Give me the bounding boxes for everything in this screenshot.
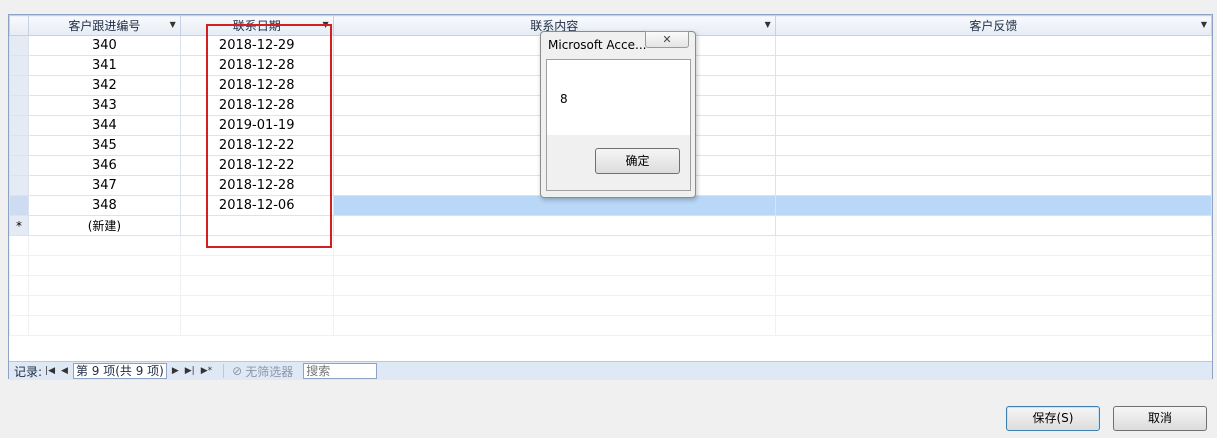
cell-id[interactable]: 345: [27, 135, 181, 156]
no-filter-button[interactable]: ⊘ 无筛选器: [232, 363, 293, 380]
column-header-id[interactable]: 客户跟进编号 ▼: [27, 15, 181, 36]
cell-id[interactable]: 342: [27, 75, 181, 96]
record-label: 记录:: [14, 364, 43, 379]
cancel-button[interactable]: 取消: [1113, 406, 1207, 431]
ok-button[interactable]: 确定: [595, 148, 680, 174]
last-record-icon[interactable]: ▶|: [185, 366, 195, 376]
cell-feedback[interactable]: [774, 175, 1213, 196]
new-record-row[interactable]: * (新建): [9, 215, 1213, 236]
cell-date[interactable]: 2018-12-28: [179, 95, 334, 116]
cell-feedback[interactable]: [774, 155, 1213, 176]
sort-dropdown-icon[interactable]: ▼: [322, 20, 328, 29]
cell-id[interactable]: 343: [27, 95, 181, 116]
cell-id[interactable]: 344: [27, 115, 181, 136]
select-all-corner[interactable]: [9, 15, 29, 36]
row-selector[interactable]: [9, 175, 29, 196]
record-position-field[interactable]: 第 9 项(共 9 项): [72, 363, 167, 379]
dialog-message: 8: [560, 92, 568, 106]
new-record-label[interactable]: (新建): [27, 215, 181, 236]
cell-date[interactable]: 2019-01-19: [179, 115, 334, 136]
row-selector[interactable]: [9, 115, 29, 136]
separator: [223, 364, 225, 378]
cell-date[interactable]: 2018-12-28: [179, 55, 334, 76]
cell-feedback[interactable]: [774, 55, 1213, 76]
row-selector[interactable]: [9, 75, 29, 96]
cell-content[interactable]: [332, 215, 776, 236]
cell-date[interactable]: 2018-12-06: [179, 195, 334, 216]
sort-dropdown-icon[interactable]: ▼: [765, 20, 771, 29]
cell-feedback[interactable]: [774, 75, 1213, 96]
new-record-icon[interactable]: ▶*: [201, 366, 212, 376]
dialog-title: Microsoft Acce...: [548, 38, 647, 52]
row-selector[interactable]: [9, 35, 29, 56]
dialog-body: 8 确定: [546, 59, 691, 191]
cell-id[interactable]: 348: [27, 195, 181, 216]
row-selector[interactable]: [9, 55, 29, 76]
cell-feedback[interactable]: [774, 215, 1213, 236]
column-header-feedback[interactable]: 客户反馈 ▼: [774, 15, 1213, 36]
first-record-icon[interactable]: |◀: [45, 366, 55, 376]
row-selector[interactable]: [9, 135, 29, 156]
next-record-icon[interactable]: ▶: [172, 366, 179, 376]
cell-date[interactable]: 2018-12-29: [179, 35, 334, 56]
cell-date[interactable]: 2018-12-22: [179, 155, 334, 176]
cell-feedback[interactable]: [774, 115, 1213, 136]
cell-id[interactable]: 346: [27, 155, 181, 176]
sort-dropdown-icon[interactable]: ▼: [1201, 20, 1207, 29]
row-selector[interactable]: [9, 155, 29, 176]
cell-date[interactable]: 2018-12-22: [179, 135, 334, 156]
column-header-date[interactable]: 联系日期 ▼: [179, 15, 334, 36]
cell-feedback[interactable]: [774, 95, 1213, 116]
dialog-footer: 确定: [547, 135, 690, 190]
close-icon[interactable]: ✕: [645, 31, 689, 48]
record-navigation-bar: 记录: |◀ ◀ 第 9 项(共 9 项) ▶ ▶| ▶* ⊘ 无筛选器: [9, 361, 1212, 380]
cell-feedback[interactable]: [774, 35, 1213, 56]
cell-id[interactable]: 340: [27, 35, 181, 56]
filter-icon: ⊘: [232, 364, 243, 378]
row-selector[interactable]: [9, 195, 29, 216]
search-input[interactable]: [303, 363, 378, 379]
previous-record-icon[interactable]: ◀: [61, 366, 68, 376]
cell-date[interactable]: 2018-12-28: [179, 175, 334, 196]
cell-content[interactable]: [332, 195, 776, 216]
cell-date[interactable]: [179, 215, 334, 236]
cell-id[interactable]: 341: [27, 55, 181, 76]
save-button[interactable]: 保存(S): [1006, 406, 1100, 431]
message-dialog: Microsoft Acce... ✕ 8 确定: [540, 31, 696, 198]
cell-id[interactable]: 347: [27, 175, 181, 196]
row-selector[interactable]: [9, 95, 29, 116]
new-record-marker[interactable]: *: [9, 215, 29, 236]
cell-date[interactable]: 2018-12-28: [179, 75, 334, 96]
table-row-selected[interactable]: 348 2018-12-06: [9, 195, 1213, 216]
no-filter-label: 无筛选器: [245, 364, 294, 379]
cell-feedback[interactable]: [774, 195, 1213, 216]
cell-feedback[interactable]: [774, 135, 1213, 156]
sort-dropdown-icon[interactable]: ▼: [170, 20, 176, 29]
